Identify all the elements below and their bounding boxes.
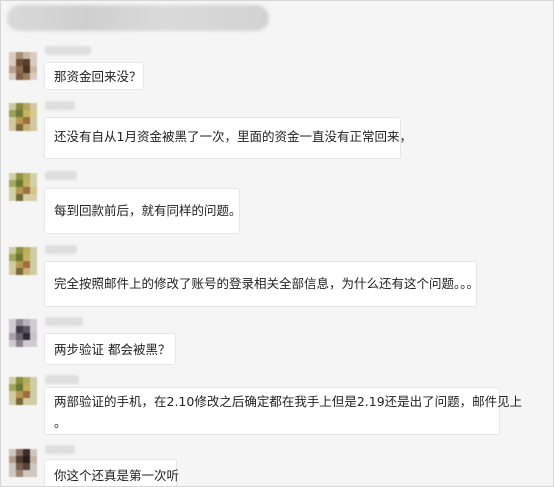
message-text: 还没有自从1月资金被黑了一次，里面的资金一直没有正常回来， [54,129,412,144]
sender-name-blurred [45,101,75,110]
sender-name-blurred [45,171,77,180]
sender-name-blurred [45,317,83,326]
avatar[interactable] [9,103,37,131]
message-bubble: 两步验证 都会被黑？ [44,333,176,365]
chat-title-blurred [7,5,269,31]
message-bubble: 两部验证的手机，在2.10修改之后确定都在我手上但是2.19还是出了问题，邮件见… [44,387,523,435]
message-bubble: 那资金回来没？ [44,62,144,90]
sender-name-blurred [45,375,79,384]
avatar[interactable] [9,377,37,405]
chat-header [1,1,553,39]
message-text-continuation: 。 [54,415,67,430]
sender-name-blurred [45,245,77,254]
avatar[interactable] [9,319,37,347]
message-text: 你这个还真是第一次听 [54,468,180,483]
avatar[interactable] [9,52,37,80]
message-text: 那资金回来没？ [54,69,142,84]
avatar[interactable] [9,247,37,275]
message-text: 两步验证 都会被黑？ [54,342,171,357]
sender-name-blurred [45,445,75,454]
message-text: 完全按照邮件上的修改了账号的登录相关全部信息，为什么还有这个问题。。。 [54,276,480,291]
message-bubble: 每到回款前后，就有同样的问题。 [44,188,242,234]
message-bubble: 你这个还真是第一次听 [44,459,180,486]
avatar[interactable] [9,449,37,477]
message-bubble: 还没有自从1月资金被黑了一次，里面的资金一直没有正常回来， [44,117,412,159]
message-text: 两部验证的手机，在2.10修改之后确定都在我手上但是2.19还是出了问题，邮件见… [54,394,523,409]
message-text: 每到回款前后，就有同样的问题。 [54,203,242,218]
message-bubble: 完全按照邮件上的修改了账号的登录相关全部信息，为什么还有这个问题。。。 [44,261,480,307]
avatar[interactable] [9,173,37,201]
sender-name-blurred [45,46,91,55]
chat-window: 那资金回来没？ 还没有自从1月资金被黑了一次，里面的资金一直没有正常回来， 每到… [0,0,554,487]
